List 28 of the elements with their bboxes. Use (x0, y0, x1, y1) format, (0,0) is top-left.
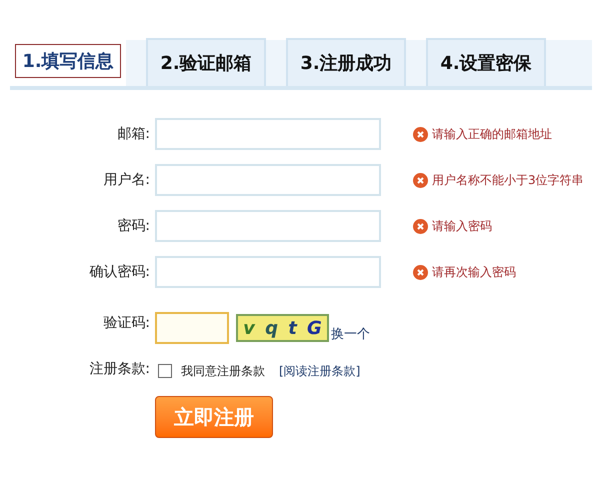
error-message: 请输入密码 (432, 218, 492, 235)
tab[interactable]: 1.填写信息 (15, 44, 121, 78)
field-label: 用户名: (102, 170, 150, 190)
field-label: 确认密码: (88, 262, 150, 282)
field-label: 注册条款: (88, 360, 150, 378)
terms-link[interactable]: [阅读注册条款] (279, 362, 360, 380)
error-icon (413, 126, 428, 142)
input-field[interactable] (155, 210, 381, 242)
error-message: 请输入正确的邮箱地址 (432, 126, 552, 143)
input-field[interactable] (155, 164, 381, 196)
tab[interactable]: 2.验证邮箱 (146, 38, 266, 86)
error-icon (413, 264, 428, 280)
input-field[interactable] (155, 256, 381, 288)
checkbox[interactable] (158, 364, 172, 378)
refresh-link[interactable]: 换一个 (331, 324, 370, 344)
tab[interactable]: 3.注册成功 (286, 38, 406, 86)
field-label: 邮箱: (116, 124, 150, 144)
error-message: 用户名称不能小于3位字符串 (432, 172, 584, 189)
error-icon (413, 172, 428, 188)
field-label: 密码: (116, 216, 150, 236)
captcha-field[interactable] (155, 312, 229, 344)
input-field[interactable] (155, 118, 381, 150)
tab[interactable]: 4.设置密保 (426, 38, 546, 86)
field-label: 验证码: (102, 314, 150, 332)
error-message: 请再次输入密码 (432, 264, 516, 281)
checkbox-label: 我同意注册条款 (181, 363, 265, 380)
captcha-image: v q t G (236, 314, 329, 342)
error-icon (413, 218, 428, 234)
